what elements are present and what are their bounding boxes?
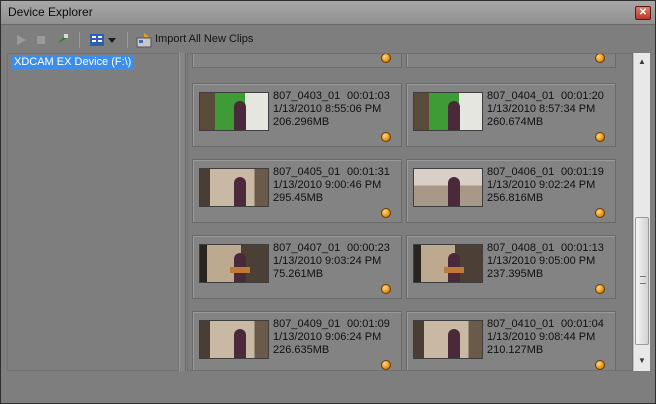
clip-name: 807_0406_01 [487,166,555,178]
thumbnail-figure [234,101,246,130]
clip-card[interactable]: 807_0404_01 00:01:20 1/13/2010 8:57:34 PM 2… [406,83,616,147]
clip-thumbnail [413,320,483,359]
clip-date: 1/13/2010 9:02:24 PM [487,179,596,191]
clip-duration: 00:01:31 [347,166,390,178]
thumbnail-figure [448,329,460,358]
clip-card-partial[interactable] [192,54,402,68]
window-title: Device Explorer [8,5,93,19]
toolbar: Import All New Clips [5,29,651,51]
clip-thumbnail [199,168,269,207]
play-button[interactable] [13,32,29,48]
clip-size: 226.635MB [273,344,330,356]
status-dot [381,208,391,218]
clip-name: 807_0404_01 [487,90,555,102]
close-icon: ✕ [638,7,648,18]
clip-duration: 00:00:23 [347,242,390,254]
clip-size: 206.296MB [273,116,330,128]
clip-duration: 00:01:03 [347,90,390,102]
tree-item-xdcam-device[interactable]: XDCAM EX Device (F:\) [12,55,134,70]
clip-size: 210.127MB [487,344,544,356]
title-bar: Device Explorer ✕ [1,1,655,25]
clip-date: 1/13/2010 9:05:00 PM [487,255,596,267]
status-dot [381,360,391,370]
stop-icon [37,36,45,44]
thumbnail-guitar [230,267,250,273]
status-dot [381,284,391,294]
clip-name: 807_0409_01 [273,318,341,330]
clip-date: 1/13/2010 9:08:44 PM [487,331,596,343]
clip-card[interactable]: 807_0407_01 00:00:23 1/13/2010 9:03:24 PM 7… [192,235,402,299]
thumbnail-figure [448,101,460,130]
status-bar [2,373,655,403]
device-explorer-window: Device Explorer ✕ Import All New Clips X… [0,0,656,404]
clip-thumbnail [199,92,269,131]
clip-card[interactable]: 807_0405_01 00:01:31 1/13/2010 9:00:46 PM 2… [192,159,402,223]
clip-thumbnail [199,320,269,359]
status-dot [381,54,391,63]
chevron-down-icon [108,38,116,43]
clip-card[interactable]: 807_0410_01 00:01:04 1/13/2010 9:08:44 PM 2… [406,311,616,370]
clip-thumbnail [199,244,269,283]
clip-grid: 807_0403_01 00:01:03 1/13/2010 8:55:06 PM 2… [187,53,633,371]
clip-card[interactable]: 807_0409_01 00:01:09 1/13/2010 9:06:24 PM 2… [192,311,402,370]
clip-thumbnail [413,244,483,283]
clip-date: 1/13/2010 8:55:06 PM [273,103,382,115]
clip-date: 1/13/2010 9:03:24 PM [273,255,382,267]
view-list-icon [90,34,104,46]
import-icon-button[interactable] [136,32,152,48]
grip-icon [640,276,646,284]
clip-size: 75.261MB [273,268,324,280]
clip-card-partial[interactable] [406,54,616,68]
import-all-new-clips-button[interactable]: Import All New Clips [155,33,253,45]
play-icon [17,35,26,45]
scroll-thumb[interactable] [635,217,649,345]
status-dot [595,360,605,370]
clip-name: 807_0405_01 [273,166,341,178]
close-button[interactable]: ✕ [635,6,651,20]
eject-icon [58,34,68,43]
eject-button[interactable] [55,32,71,48]
thumbnail-guitar [444,267,464,273]
status-dot [595,208,605,218]
clip-card[interactable]: 807_0408_01 00:01:13 1/13/2010 9:05:00 PM 2… [406,235,616,299]
scroll-up-arrow[interactable]: ▲ [634,54,650,70]
clip-card[interactable]: 807_0406_01 00:01:19 1/13/2010 9:02:24 PM 2… [406,159,616,223]
thumbnail-figure [234,177,246,206]
toolbar-separator [127,32,128,48]
clip-duration: 00:01:20 [561,90,604,102]
clip-card[interactable]: 807_0403_01 00:01:03 1/13/2010 8:55:06 PM 2… [192,83,402,147]
clip-date: 1/13/2010 9:06:24 PM [273,331,382,343]
clip-size: 256.816MB [487,192,544,204]
thumbnail-figure [448,177,460,206]
clip-date: 1/13/2010 8:57:34 PM [487,103,596,115]
status-dot [595,132,605,142]
clip-size: 260.674MB [487,116,544,128]
splitter[interactable] [179,53,186,371]
clip-duration: 00:01:19 [561,166,604,178]
import-icon [136,33,152,48]
toolbar-separator [79,32,80,48]
clip-name: 807_0407_01 [273,242,341,254]
clip-duration: 00:01:13 [561,242,604,254]
vertical-scrollbar[interactable]: ▲ ▼ [633,53,650,371]
clip-name: 807_0408_01 [487,242,555,254]
scroll-down-arrow[interactable]: ▼ [634,353,650,369]
stop-button[interactable] [33,32,49,48]
status-dot [381,132,391,142]
clip-date: 1/13/2010 9:00:46 PM [273,179,382,191]
thumbnail-figure [234,329,246,358]
device-tree: XDCAM EX Device (F:\) [7,53,179,371]
clip-duration: 00:01:09 [347,318,390,330]
clip-duration: 00:01:04 [561,318,604,330]
clip-size: 295.45MB [273,192,324,204]
clip-thumbnail [413,92,483,131]
status-dot [595,54,605,63]
clip-size: 237.395MB [487,268,544,280]
clip-name: 807_0403_01 [273,90,341,102]
clip-name: 807_0410_01 [487,318,555,330]
clip-thumbnail [413,168,483,207]
view-mode-button[interactable] [89,32,119,48]
status-dot [595,284,605,294]
